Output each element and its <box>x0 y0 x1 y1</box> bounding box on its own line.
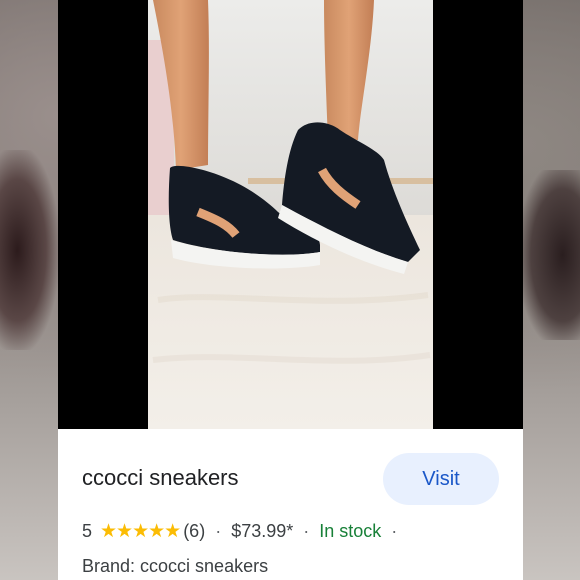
product-meta-row: 5 ★★★★★ (6) · $73.99* · In stock · <box>82 519 407 543</box>
price: $73.99* <box>231 520 294 541</box>
product-title[interactable]: ccocci sneakers <box>82 465 239 491</box>
stock-status: In stock <box>319 520 382 541</box>
backdrop-right-blur <box>522 170 580 340</box>
separator-dot: · <box>215 520 222 541</box>
separator-dot: · <box>303 520 310 541</box>
review-count[interactable]: (6) <box>183 521 205 542</box>
product-photo-illustration <box>58 0 523 429</box>
separator-dot: · <box>391 520 398 541</box>
brand-line: Brand: ccocci sneakers <box>82 556 269 576</box>
rating-value: 5 <box>82 520 93 541</box>
product-info-panel: ccocci sneakers Visit 5 ★★★★★ (6) · $73.… <box>58 429 523 580</box>
visit-button[interactable]: Visit <box>383 453 499 505</box>
star-rating-icon: ★★★★★ <box>100 520 181 542</box>
product-card: ccocci sneakers Visit 5 ★★★★★ (6) · $73.… <box>58 0 523 580</box>
backdrop-left-blur <box>0 150 58 350</box>
product-photo[interactable] <box>58 0 523 429</box>
